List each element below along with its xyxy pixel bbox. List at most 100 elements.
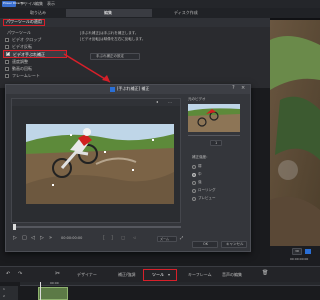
option-medium-radio[interactable] (192, 173, 196, 177)
preview-back-icon[interactable]: ◂ (156, 100, 158, 104)
tracking-marker (70, 134, 72, 136)
power-tools-panel: パワーツールの適用 パワーツール ビデオ クロップ ビデオ反転 ✓ ビデオ手ぶれ… (0, 18, 270, 88)
toolbar-designer[interactable]: デザイナー (77, 273, 97, 277)
mark-in-icon[interactable]: [ (103, 236, 105, 241)
option-preview[interactable]: プレビュー (192, 196, 240, 202)
tracking-marker (152, 139, 154, 141)
option-weak[interactable]: 弱 (192, 164, 232, 170)
strength-field-value: 1 (215, 141, 218, 145)
tracking-marker (104, 151, 106, 153)
tool-item-crop-checkbox[interactable] (5, 38, 9, 42)
original-scrub-bar[interactable] (188, 135, 240, 136)
timeline: 00:00 1 2 (0, 282, 320, 300)
menu-item-file[interactable]: ファイル (20, 2, 36, 6)
tab-capture-label: 取り込み (30, 10, 46, 15)
timeline-playhead[interactable] (40, 282, 41, 300)
toolbar-tools-button[interactable]: ツール ▾ (143, 269, 177, 281)
trash-icon[interactable]: 🗑 (262, 271, 268, 276)
stabilizer-dialog: [手ぶれ補正] 補正 ? × ◂ … ▷ □ ◁ ▷ » 00:00:00:00… (5, 84, 251, 252)
option-weak-radio[interactable] (192, 165, 196, 169)
zoom-select-label: ズーム (160, 237, 169, 241)
options-label: 補正強度： (192, 155, 210, 159)
tool-item-stabilizer[interactable]: ✓ ビデオ手ぶれ補正 (3, 50, 67, 58)
dialog-ok-button[interactable]: OK (192, 241, 218, 248)
snapshot-icon[interactable]: ◻ (121, 236, 125, 241)
help-icon[interactable]: ? (232, 86, 235, 91)
right-arrow-icon[interactable] (305, 249, 311, 254)
timeline-ruler: 00:00 (20, 282, 320, 286)
dialog-timecode: 00:00:00:00 (61, 236, 83, 240)
track-header-2[interactable]: 2 (0, 293, 18, 300)
option-strong-radio[interactable] (192, 181, 196, 185)
bottom-toolbar: ↶ ↷ ✂ デザイナー 補正/強調 ツール ▾ キーフレーム 音声の編集 🗑 (0, 266, 320, 282)
prev-frame-icon[interactable]: ◁ (31, 236, 35, 241)
tool-item-framerate-checkbox[interactable] (5, 74, 9, 78)
dialog-title-bar: [手ぶれ補正] 補正 ? × (6, 85, 250, 94)
menu-item-view[interactable]: 表示 (47, 2, 55, 6)
option-medium-label: 中 (198, 172, 202, 176)
tool-item-framerate-label: フレームレート (12, 73, 40, 78)
toolbar-fix-enhance[interactable]: 補正/強調 (118, 273, 135, 277)
volume-icon[interactable]: ◃ (133, 236, 136, 241)
tool-item-rotate-label: 動画の回転 (12, 66, 32, 71)
undo-icon[interactable]: ↶ (6, 272, 10, 277)
play-icon[interactable]: ▷ (13, 236, 17, 241)
dialog-ok-label: OK (203, 242, 209, 246)
mark-out-icon[interactable]: ] (111, 236, 113, 241)
timeline-clip[interactable] (38, 287, 68, 300)
tool-item-crop[interactable]: ビデオ クロップ (5, 37, 50, 43)
tool-item-speed[interactable]: 速度調整 (5, 59, 50, 65)
preview-header-strip: ◂ … (12, 99, 180, 106)
tab-capture[interactable]: 取り込み (24, 9, 54, 17)
preview-more-icon[interactable]: … (168, 100, 172, 104)
tool-item-speed-checkbox[interactable] (5, 60, 9, 64)
toolbar-tools-label: ツール (152, 272, 164, 277)
tool-item-rotate-checkbox[interactable] (5, 67, 9, 71)
dialog-title: [手ぶれ補正] 補正 (117, 86, 150, 91)
redo-icon[interactable]: ↷ (18, 272, 22, 277)
toolbar-keyframe[interactable]: キーフレーム (188, 273, 212, 277)
option-rolling-radio[interactable] (192, 189, 196, 193)
right-playback-counter: 00:00:00:00 (290, 257, 309, 261)
right-3d-button[interactable]: 3D (292, 248, 302, 255)
tool-item-reverse-label: ビデオ反転 (12, 44, 32, 49)
preview-video-image (26, 124, 174, 204)
tab-edit[interactable]: 編集 (66, 9, 152, 17)
top-tabs-row: 取り込み 編集 ディスク作成 (0, 8, 320, 18)
dialog-app-icon (110, 87, 115, 92)
strength-field[interactable]: 1 (210, 140, 222, 146)
menu-item-edit[interactable]: 編集 (35, 2, 43, 6)
chevron-down-icon: ▾ (168, 272, 171, 277)
option-preview-radio[interactable] (192, 197, 196, 201)
tab-edit-label: 編集 (104, 10, 112, 15)
split-icon[interactable]: ✂ (55, 271, 60, 277)
next-frame-icon[interactable]: ▷ (40, 236, 44, 241)
fullscreen-icon[interactable]: ⤢ (180, 236, 183, 240)
tool-item-reverse-checkbox[interactable] (5, 45, 9, 49)
dialog-settings-area: 元のビデオ 1 補正強度： 弱 中 強 ローリング プレビュー (184, 97, 246, 235)
tool-item-rotate[interactable]: 動画の回転 (5, 66, 50, 72)
dialog-scrub-bar[interactable] (13, 224, 181, 230)
dialog-cancel-button[interactable]: キャンセル (221, 241, 247, 248)
dialog-preview-area: ◂ … (11, 98, 181, 223)
main-preview-image (270, 20, 320, 248)
track-2-label: 2 (3, 294, 5, 298)
track-header-1[interactable]: 1 (0, 286, 18, 293)
power-tools-title: パワーツールの適用 (6, 19, 42, 24)
toolbar-audio-edit[interactable]: 音声の編集 (222, 273, 242, 277)
tab-disc[interactable]: ディスク作成 (160, 9, 220, 17)
track-1-label: 1 (3, 287, 5, 291)
dialog-cancel-label: キャンセル (226, 242, 244, 246)
dialog-scrub-handle[interactable] (13, 224, 16, 230)
stop-icon[interactable]: □ (22, 236, 27, 241)
option-strong[interactable]: 強 (192, 180, 232, 186)
tool-item-speed-label: 速度調整 (12, 59, 28, 64)
zoom-select[interactable]: ズーム (157, 236, 177, 242)
option-rolling[interactable]: ローリング (192, 188, 240, 194)
fast-forward-icon[interactable]: » (49, 236, 52, 241)
close-icon[interactable]: × (241, 86, 245, 91)
tool-item-framerate[interactable]: フレームレート (5, 73, 50, 79)
option-medium[interactable]: 中 (192, 172, 232, 178)
dialog-playback-controls: ▷ □ ◁ ▷ » 00:00:00:00 [ ] ◻ ◃ ズーム ⤢ (11, 234, 186, 244)
power-tools-section-label: パワーツール (7, 30, 31, 35)
